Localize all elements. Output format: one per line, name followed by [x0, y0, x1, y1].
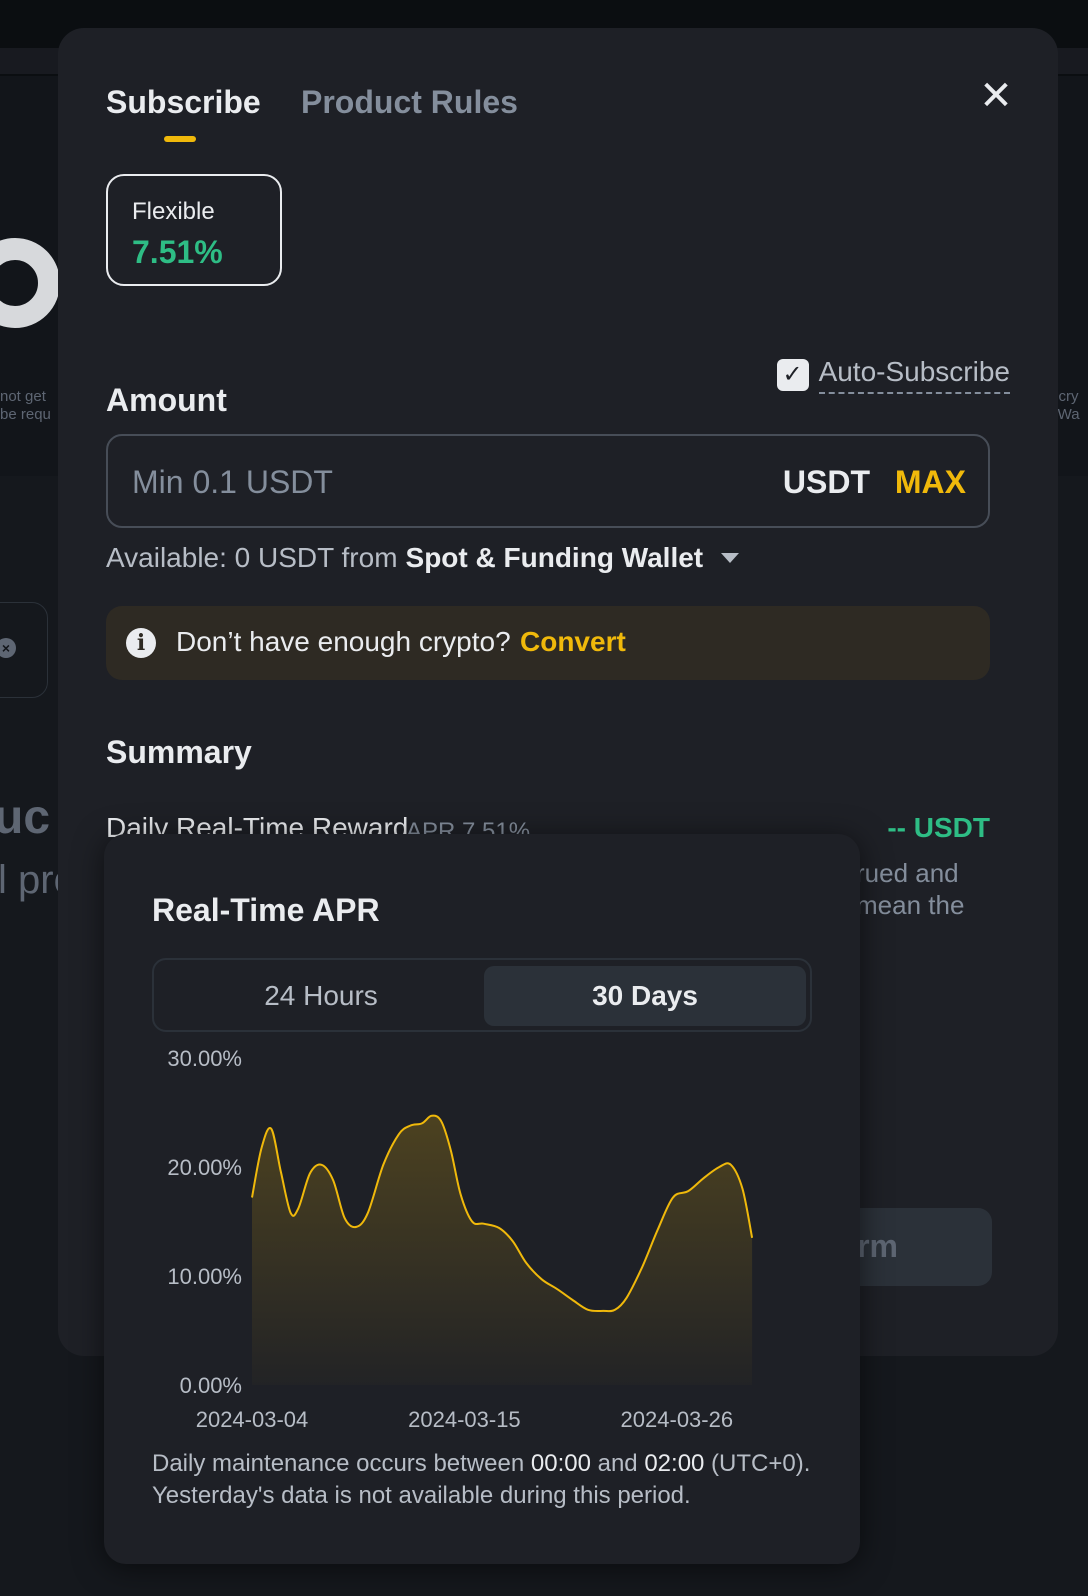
- available-balance: Available: 0 USDT from Spot & Funding Wa…: [106, 542, 740, 574]
- apr-chart: 30.00% 20.00% 10.00% 0.00% 2024-03-04 2024-03…: [167, 1046, 754, 1432]
- summary-text-fragment: rued and: [856, 858, 959, 888]
- note-time-end: 02:00: [644, 1450, 705, 1477]
- tab-30-days[interactable]: 30 Days: [484, 966, 806, 1026]
- auto-subscribe-label[interactable]: Auto-Subscribe: [818, 356, 1010, 394]
- amount-input[interactable]: Min 0.1 USDT USDT MAX: [106, 434, 990, 528]
- reward-value: -- USDT: [887, 812, 990, 843]
- available-text: Available: 0 USDT from: [106, 542, 398, 573]
- product-option-flexible[interactable]: Flexible 7.51%: [106, 174, 282, 286]
- popup-title: Real-Time APR: [152, 892, 380, 928]
- background-text: be requ: [0, 406, 51, 423]
- auto-subscribe-toggle[interactable]: ✓ Auto-Subscribe: [776, 356, 1010, 394]
- checkmark-icon[interactable]: ✓: [776, 359, 809, 391]
- background-text: not get: [0, 388, 46, 405]
- x-tick-label: 2024-03-15: [408, 1407, 521, 1432]
- convert-link[interactable]: Convert: [520, 626, 626, 658]
- y-tick-label: 10.00%: [167, 1264, 242, 1289]
- active-tab-indicator: [164, 136, 196, 142]
- summary-title: Summary: [106, 734, 252, 770]
- period-switcher: 24 Hours 30 Days: [152, 958, 812, 1032]
- info-icon: i: [126, 628, 156, 658]
- y-tick-label: 20.00%: [167, 1155, 242, 1180]
- x-tick-label: 2024-03-04: [196, 1407, 309, 1432]
- note-text: and: [590, 1450, 645, 1477]
- real-time-apr-popup: Real-Time APR 24 Hours 30 Days 30.00% 20.…: [104, 834, 860, 1564]
- product-rate: 7.51%: [132, 234, 223, 270]
- x-tick-label: 2024-03-26: [621, 1407, 734, 1432]
- maintenance-note: Daily maintenance occurs between 00:00 a…: [152, 1448, 832, 1512]
- summary-text-fragment: mean the: [856, 890, 965, 920]
- y-tick-label: 30.00%: [167, 1046, 242, 1071]
- caret-down-icon[interactable]: [721, 553, 740, 563]
- wallet-selector[interactable]: Spot & Funding Wallet: [406, 542, 704, 574]
- tab-24-hours[interactable]: 24 Hours: [160, 966, 482, 1026]
- currency-label: USDT: [782, 464, 870, 500]
- tab-product-rules[interactable]: Product Rules: [301, 84, 518, 121]
- notice-text: Don’t have enough crypto?: [176, 626, 511, 657]
- tab-subscribe[interactable]: Subscribe: [106, 84, 261, 121]
- note-text: Daily maintenance occurs between: [152, 1450, 531, 1477]
- background-heading: uc: [0, 791, 51, 844]
- note-time-start: 00:00: [530, 1450, 591, 1477]
- amount-title: Amount: [106, 382, 227, 418]
- convert-notice: i Don’t have enough crypto? Convert: [106, 606, 990, 680]
- y-tick-label: 0.00%: [180, 1373, 242, 1398]
- max-button[interactable]: MAX: [895, 464, 966, 501]
- apr-area-fill: [252, 1115, 753, 1385]
- confirm-label: rm: [857, 1228, 898, 1264]
- close-icon[interactable]: ✕: [976, 76, 1016, 116]
- product-term-label: Flexible: [132, 198, 215, 225]
- amount-placeholder[interactable]: Min 0.1 USDT: [132, 464, 333, 501]
